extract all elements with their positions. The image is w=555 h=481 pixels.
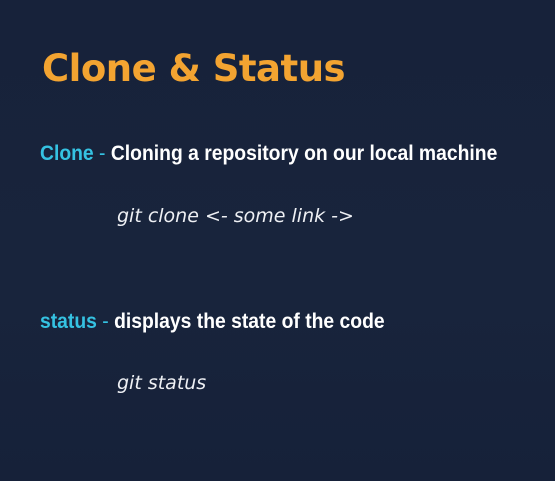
status-description: displays the state of the code: [114, 310, 385, 333]
clone-command: git clone <- some link ->: [117, 205, 354, 227]
status-keyword: status: [40, 310, 97, 333]
clone-separator: -: [93, 142, 111, 165]
clone-description: Cloning a repository on our local machin…: [110, 142, 498, 165]
status-command: git status: [117, 372, 207, 394]
slide: Clone & Status Clone - Cloning a reposit…: [0, 0, 555, 481]
status-separator: -: [96, 310, 115, 333]
slide-title: Clone & Status: [42, 47, 346, 90]
clone-definition: Clone - Cloning a repository on our loca…: [40, 140, 497, 168]
status-definition: status - displays the state of the code: [40, 308, 385, 336]
clone-keyword: Clone: [40, 142, 94, 165]
